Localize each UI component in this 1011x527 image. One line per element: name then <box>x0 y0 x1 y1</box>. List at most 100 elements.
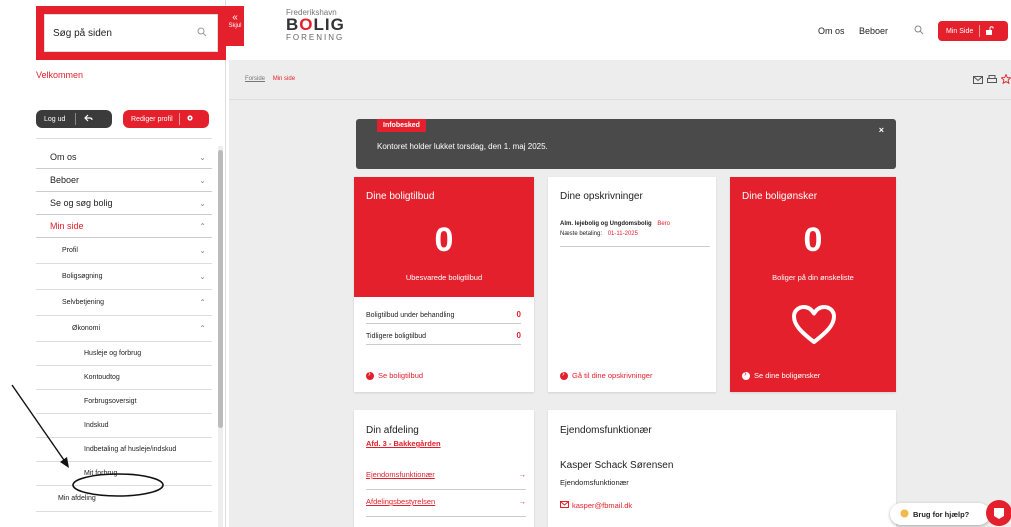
sidebar-item-label: Økonomi <box>72 325 101 332</box>
edit-profile-label: Rediger profil <box>131 115 173 123</box>
sidebar-item-deposit[interactable]: Indskud <box>36 414 212 438</box>
sidebar-item-label: Se og søg bolig <box>50 198 113 208</box>
welcome-text: Velkommen <box>36 70 84 80</box>
staff-title: Ejendomsfunktionær <box>560 425 652 436</box>
offers-title: Dine boligtilbud <box>366 191 435 202</box>
sidebar-item-profile[interactable]: Profil ⌄ <box>36 238 212 264</box>
close-icon[interactable]: × <box>879 125 884 135</box>
sidebar-item-economy[interactable]: Økonomi ⌃ <box>36 316 212 342</box>
row-label: Tidligere boligtilbud <box>366 333 427 340</box>
chevron-left-icon: « <box>232 12 238 23</box>
sidebar: Velkommen Log ud Rediger profil Om os ⌄ B… <box>0 0 226 527</box>
arrow-circle-icon <box>366 369 374 380</box>
sidebar-item-label: Min side <box>50 221 84 231</box>
unlock-icon <box>985 25 994 37</box>
breadcrumb-home-link[interactable]: Forside <box>245 76 265 82</box>
sidebar-item-label: Mit forbrug <box>84 470 118 477</box>
sidebar-item-label: Boligsøgning <box>62 273 103 280</box>
hide-sidebar-button[interactable]: « Skjul <box>226 6 244 46</box>
search-icon[interactable] <box>914 25 924 38</box>
staff-card: Ejendomsfunktionær Kasper Schack Sørense… <box>548 410 896 527</box>
button-divider <box>178 113 180 125</box>
next-payment-label: Næste betaling: <box>560 231 603 237</box>
sidebar-item-label: Min afdeling <box>58 495 96 502</box>
staff-email-link[interactable]: kasper@fbmail.dk <box>560 501 632 510</box>
sidebar-item-self-service[interactable]: Selvbetjening ⌃ <box>36 290 212 316</box>
department-link-staff[interactable]: Ejendomsfunktionær → <box>366 470 526 490</box>
sidebar-item-about[interactable]: Om os ⌄ <box>36 146 212 169</box>
logo[interactable]: Frederikshavn BOLIG FORENING <box>286 8 356 52</box>
hide-label: Skjul <box>228 23 242 29</box>
sidebar-item-consumption-overview[interactable]: Forbrugsoversigt <box>36 390 212 414</box>
sidebar-menu: Om os ⌄ Beboer ⌄ Se og søg bolig ⌄ Min side… <box>36 146 212 512</box>
sidebar-item-installment[interactable]: Indbetaling af husleje/indskud <box>36 438 212 462</box>
chevron-up-icon: ⌃ <box>199 298 206 307</box>
edit-profile-button[interactable]: Rediger profil <box>123 110 209 128</box>
staff-email: kasper@fbmail.dk <box>572 501 633 510</box>
wishes-card: Dine boligønsker 0 Boliger på din ønskel… <box>730 177 896 392</box>
link-label: Afdelingsbestyrelsen <box>366 497 436 506</box>
link-label: Ejendomsfunktionær <box>366 470 435 479</box>
sidebar-item-rent-consumption[interactable]: Husleje og forbrug <box>36 342 212 366</box>
search-icon[interactable] <box>197 27 209 39</box>
print-icon[interactable] <box>987 75 1001 87</box>
sidebar-item-label: Profil <box>62 247 78 254</box>
see-offers-link[interactable]: Se boligtilbud <box>366 369 423 380</box>
info-badge: Infobesked <box>377 119 426 132</box>
breadcrumb-bar: Forside Min side <box>229 60 1011 100</box>
scrollbar-thumb[interactable] <box>218 150 223 428</box>
sidebar-item-label: Husleje og forbrug <box>84 350 142 357</box>
staff-name: Kasper Schack Sørensen <box>560 460 674 471</box>
chevron-up-icon: ⌃ <box>199 324 206 333</box>
wishes-count: 0 <box>803 221 823 259</box>
my-page-button[interactable]: Min Side <box>938 21 1008 41</box>
search-panel <box>36 6 226 60</box>
help-widget[interactable]: Brug for hjælp? <box>890 500 1011 527</box>
department-card: Din afdeling Afd. 3 - Bakkegården Ejendo… <box>354 410 534 527</box>
page-tools <box>973 73 1011 87</box>
see-wishes-link[interactable]: Se dine boligønsker <box>742 369 820 380</box>
sidebar-item-my-consumption[interactable]: Mit forbrug <box>36 462 212 486</box>
info-message: Kontoret holder lukket torsdag, den 1. m… <box>377 142 548 151</box>
offers-count: 0 <box>434 221 454 259</box>
sidebar-item-label: Om os <box>50 152 77 162</box>
chevron-down-icon: ⌄ <box>199 152 206 162</box>
registration-item[interactable]: Alm. lejebolig og Ungdomsbolig Bero Næst… <box>560 221 710 247</box>
favorite-star-icon[interactable] <box>1000 73 1011 87</box>
chevron-down-icon: ⌄ <box>199 175 206 185</box>
mail-icon[interactable] <box>973 76 987 87</box>
sidebar-item-label: Indskud <box>84 422 109 429</box>
divider <box>36 138 212 139</box>
row-label: Boligtilbud under behandling <box>366 312 455 319</box>
breadcrumb-current: Min side <box>272 76 296 82</box>
search-input[interactable] <box>53 27 197 39</box>
logout-icon <box>84 114 94 124</box>
arrow-circle-icon <box>742 369 750 380</box>
logo-line-3: FORENING <box>286 33 345 42</box>
department-name-link[interactable]: Afd. 3 - Bakkegården <box>366 439 441 448</box>
sidebar-item-account-statement[interactable]: Kontoudtog <box>36 366 212 390</box>
chevron-down-icon: ⌄ <box>199 246 206 255</box>
nav-resident-link[interactable]: Beboer <box>859 26 888 36</box>
sidebar-item-label: Indbetaling af husleje/indskud <box>84 446 177 453</box>
sidebar-item-label: Selvbetjening <box>62 299 105 306</box>
sidebar-item-my-department[interactable]: Min afdeling <box>36 486 212 512</box>
help-pill[interactable]: Brug for hjælp? <box>890 503 990 525</box>
chevron-up-icon: ⌃ <box>199 221 206 231</box>
registration-item-title: Alm. lejebolig og Ungdomsbolig <box>560 221 652 227</box>
row-value: 0 <box>516 310 521 319</box>
breadcrumb: Forside Min side <box>245 76 295 82</box>
sidebar-item-my-page[interactable]: Min side ⌃ <box>36 215 212 238</box>
sidebar-item-search-home[interactable]: Se og søg bolig ⌄ <box>36 192 212 215</box>
go-to-registrations-link[interactable]: Gå til dine opskrivninger <box>560 369 652 380</box>
chat-icon[interactable] <box>986 500 1011 526</box>
wishes-subtitle: Boliger på din ønskeliste <box>772 273 854 282</box>
sidebar-item-housing-search[interactable]: Boligsøgning ⌄ <box>36 264 212 290</box>
nav-about-link[interactable]: Om os <box>818 26 845 36</box>
offers-subtitle: Ubesvarede boligtilbud <box>405 273 483 282</box>
logout-button[interactable]: Log ud <box>36 110 112 128</box>
sidebar-item-resident[interactable]: Beboer ⌄ <box>36 169 212 192</box>
department-link-board[interactable]: Afdelingsbestyrelsen → <box>366 497 526 517</box>
search-field-wrapper <box>44 14 218 52</box>
staff-role: Ejendomsfunktionær <box>560 478 629 487</box>
